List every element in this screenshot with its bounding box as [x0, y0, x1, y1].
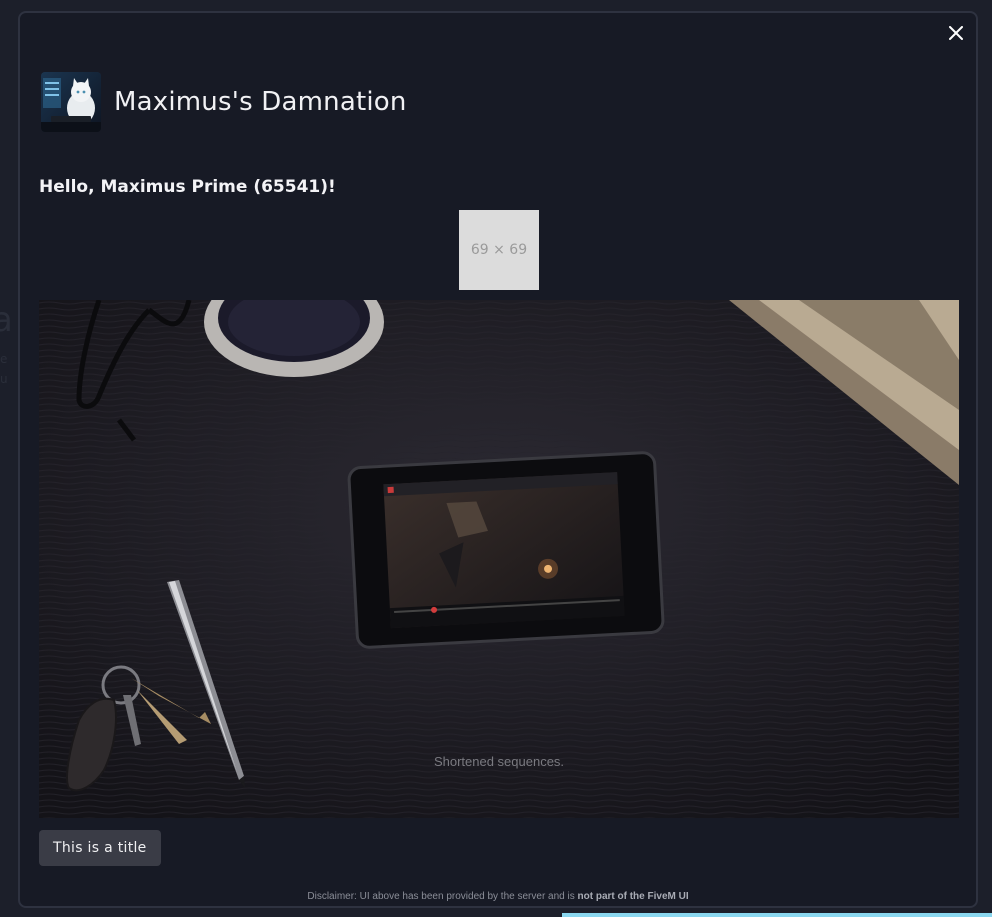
background-text: a [0, 300, 13, 340]
background-text: e [0, 352, 8, 366]
avatar [41, 72, 101, 132]
server-header: Maximus's Damnation [41, 72, 407, 132]
title-button[interactable]: This is a title [39, 830, 161, 866]
video-scene [39, 300, 959, 818]
disclaimer-prefix: Disclaimer: UI above has been provided b… [307, 891, 578, 902]
server-name: Maximus's Damnation [114, 87, 407, 117]
disclaimer-bold: not part of the FiveM UI [577, 891, 689, 902]
tablet-device [347, 451, 665, 649]
disclaimer-text: Disclaimer: UI above has been provided b… [20, 891, 976, 902]
close-icon [949, 26, 963, 40]
server-ui-modal: Maximus's Damnation Hello, Maximus Prime… [18, 11, 978, 908]
placeholder-image: 69 × 69 [459, 210, 539, 290]
video-subtitle: Shortened sequences. [433, 754, 565, 769]
greeting-text: Hello, Maximus Prime (65541)! [39, 177, 336, 197]
background-text: u [0, 372, 8, 386]
close-button[interactable] [944, 21, 968, 45]
video-frame[interactable]: Shortened sequences. [39, 300, 959, 818]
placeholder-label: 69 × 69 [470, 242, 528, 258]
background-accent-bar [562, 913, 992, 917]
